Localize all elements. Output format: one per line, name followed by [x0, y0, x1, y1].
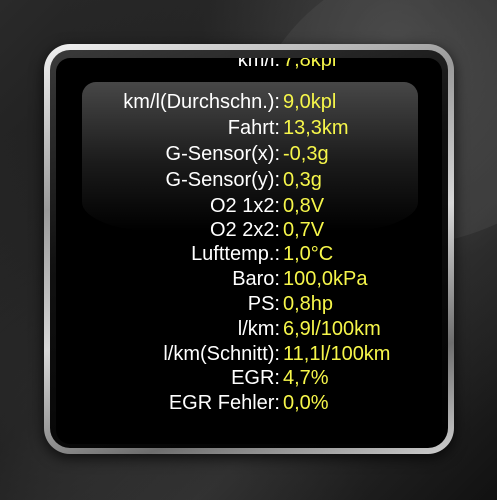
readout-row-o2-1x2: O2 1x2: 0,8V: [56, 194, 442, 218]
readout-label: l/km:: [237, 318, 280, 340]
readout-label: G-Sensor(x):: [165, 143, 280, 165]
readout-label: O2 1x2:: [209, 195, 280, 217]
readout-value: 7,8kpl: [283, 58, 337, 71]
readout-label: EGR Fehler:: [168, 392, 280, 414]
readout-row-trip: Fahrt: 13,3km: [56, 116, 442, 140]
readout-row-egr: EGR: 4,7%: [56, 366, 442, 390]
readout-label: Baro:: [232, 268, 280, 290]
readout-value: 0,3g: [283, 169, 322, 191]
readout-value: 100,0kPa: [283, 268, 368, 290]
readout-value: 0,0%: [283, 392, 329, 414]
readout-value: 4,7%: [283, 367, 329, 389]
readout-value: 13,3km: [283, 117, 349, 139]
readout-value: 0,8V: [283, 195, 325, 217]
readout-value: 11,1l/100km: [283, 343, 391, 365]
readout-row-o2-2x2: O2 2x2: 0,7V: [56, 218, 442, 242]
readout-value: 9,0kpl: [283, 91, 337, 113]
readout-row-gsensor-y: G-Sensor(y): 0,3g: [56, 168, 442, 192]
readout-label: Lufttemp.:: [191, 243, 280, 265]
readout-row-lkm-avg: l/km(Schnitt): 11,1l/100km: [56, 342, 442, 366]
readout-label: G-Sensor(y):: [165, 169, 280, 191]
readout-label: l/km(Schnitt):: [163, 343, 280, 365]
readout-row-air-temp: Lufttemp.: 1,0°C: [56, 242, 442, 266]
readout-label: EGR:: [231, 367, 280, 389]
readout-row-kml-avg: km/l(Durchschn.): 9,0kpl: [56, 90, 442, 114]
readout-value: -0,3g: [283, 143, 329, 165]
readout-value: 0,7V: [283, 219, 325, 241]
readout-row-horsepower: PS: 0,8hp: [56, 292, 442, 316]
readout-value: 1,0°C: [283, 243, 334, 265]
readout-value: 6,9l/100km: [283, 318, 381, 340]
readout-label: km/l(Durchschn.):: [123, 91, 280, 113]
readout-label: km/l:: [237, 58, 280, 71]
readout-list: km/l: 7,8kpl km/l(Durchschn.): 9,0kpl Fa…: [56, 58, 442, 444]
gauge-data-panel[interactable]: km/l: 7,8kpl km/l(Durchschn.): 9,0kpl Fa…: [56, 58, 442, 444]
readout-row-egr-error: EGR Fehler: 0,0%: [56, 391, 442, 415]
readout-value: 0,8hp: [283, 293, 334, 315]
readout-label: O2 2x2:: [209, 219, 280, 241]
readout-label: PS:: [247, 293, 280, 315]
readout-row-gsensor-x: G-Sensor(x): -0,3g: [56, 142, 442, 166]
readout-row-lkm: l/km: 6,9l/100km: [56, 317, 442, 341]
readout-label: Fahrt:: [227, 117, 280, 139]
readout-row-kml: km/l: 7,8kpl: [56, 58, 442, 72]
readout-row-baro: Baro: 100,0kPa: [56, 267, 442, 291]
